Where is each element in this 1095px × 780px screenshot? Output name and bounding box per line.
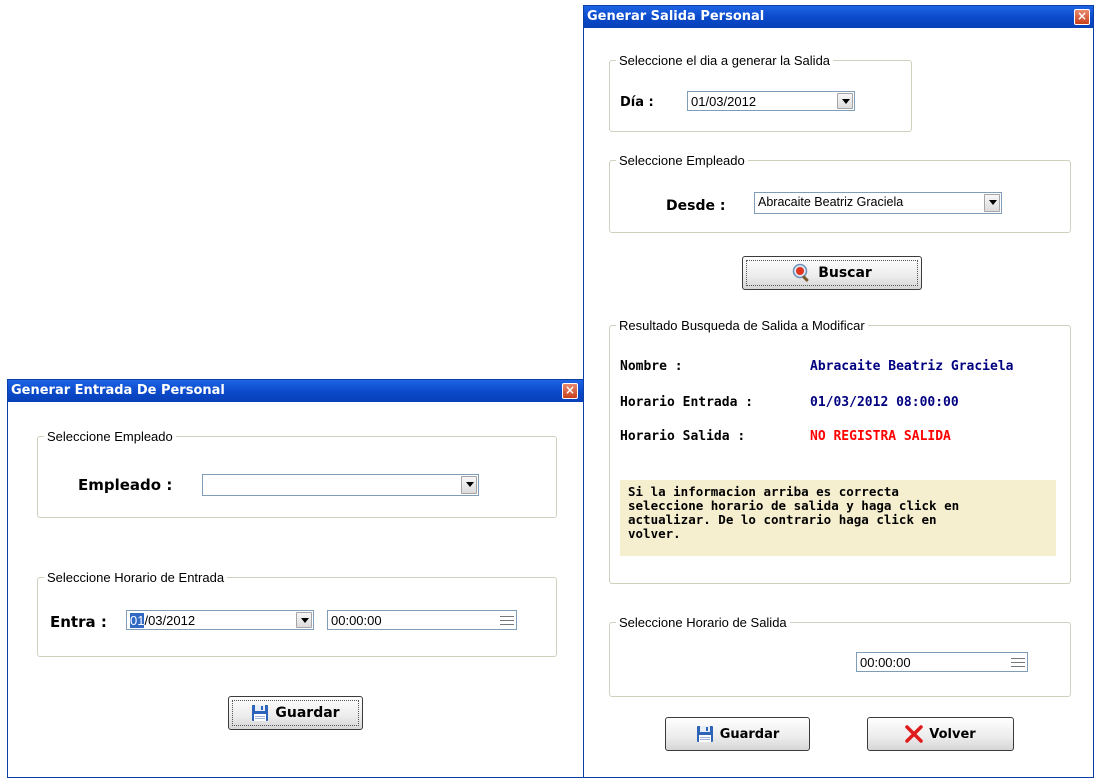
volver-label: Volver <box>929 726 976 742</box>
entrada-time-value: 00:00:00 <box>331 613 382 628</box>
background-logo-fragment <box>80 0 320 2</box>
nombre-value: Abracaite Beatriz Graciela <box>810 359 1014 374</box>
group-legend: Seleccione el dia a generar la Salida <box>619 53 831 68</box>
spinner-icon[interactable] <box>1011 655 1025 669</box>
horario-salida-label: Horario Salida : <box>620 429 746 444</box>
save-icon <box>696 725 714 743</box>
empleado-select[interactable] <box>202 474 479 496</box>
buscar-label: Buscar <box>818 265 872 281</box>
entrada-window: Generar Entrada De Personal × Seleccione… <box>7 379 584 778</box>
window-title: Generar Salida Personal <box>587 9 765 24</box>
info-line: Si la informacion arriba es correcta <box>628 484 899 499</box>
empleado-value: Abracaite Beatriz Graciela <box>758 195 904 209</box>
info-message: Si la informacion arriba es correcta sel… <box>620 480 1056 556</box>
salida-time-input[interactable]: 00:00:00 <box>856 652 1028 672</box>
title-bar[interactable]: Generar Salida Personal × <box>584 6 1093 28</box>
desde-label: Desde : <box>666 198 726 214</box>
info-line: volver. <box>628 526 681 541</box>
chevron-down-icon[interactable] <box>984 194 1000 212</box>
nombre-label: Nombre : <box>620 359 683 374</box>
group-legend: Seleccione Horario de Salida <box>619 615 787 630</box>
date-rest: /03/2012 <box>144 613 196 628</box>
date-selected-segment: 01 <box>130 613 145 628</box>
dia-value: 01/03/2012 <box>691 94 757 109</box>
horario-entrada-label: Horario Entrada : <box>620 395 754 410</box>
title-bar[interactable]: Generar Entrada De Personal × <box>8 380 583 402</box>
group-legend: Seleccione Empleado <box>47 429 173 444</box>
salida-time-value: 00:00:00 <box>860 655 911 670</box>
empleado-select[interactable]: Abracaite Beatriz Graciela <box>754 192 1002 214</box>
salida-window: Generar Salida Personal × Seleccione el … <box>583 5 1094 778</box>
entrada-date-picker[interactable]: 01/03/2012 <box>126 610 314 630</box>
search-icon <box>792 263 812 283</box>
info-line: seleccione horario de salida y haga clic… <box>628 498 960 513</box>
spinner-icon[interactable] <box>500 613 514 627</box>
guardar-button[interactable]: Guardar <box>665 717 810 751</box>
guardar-label: Guardar <box>719 726 780 742</box>
dia-label: Día : <box>620 95 654 110</box>
volver-button[interactable]: Volver <box>867 717 1014 751</box>
group-legend: Seleccione Horario de Entrada <box>47 570 225 585</box>
empleado-label: Empleado : <box>78 476 173 494</box>
horario-entrada-value: 01/03/2012 08:00:00 <box>810 395 959 410</box>
entrada-time-input[interactable]: 00:00:00 <box>327 610 517 630</box>
entrada-date-value: 01/03/2012 <box>130 613 195 628</box>
chevron-down-icon[interactable] <box>461 476 477 494</box>
info-line: actualizar. De lo contrario haga click e… <box>628 512 937 527</box>
buscar-button[interactable]: Buscar <box>742 256 922 290</box>
guardar-label: Guardar <box>275 705 340 721</box>
group-legend: Resultado Busqueda de Salida a Modificar <box>619 318 865 333</box>
horario-salida-value: NO REGISTRA SALIDA <box>810 429 951 444</box>
group-legend: Seleccione Empleado <box>619 153 745 168</box>
close-icon[interactable]: × <box>562 383 578 399</box>
dia-date-picker[interactable]: 01/03/2012 <box>687 91 855 111</box>
save-icon <box>251 704 269 722</box>
guardar-button[interactable]: Guardar <box>228 696 363 730</box>
entra-label: Entra : <box>50 613 107 631</box>
chevron-down-icon[interactable] <box>296 612 312 628</box>
x-icon <box>905 725 924 743</box>
chevron-down-icon[interactable] <box>837 93 853 109</box>
close-icon[interactable]: × <box>1074 9 1090 25</box>
window-title: Generar Entrada De Personal <box>11 383 225 398</box>
